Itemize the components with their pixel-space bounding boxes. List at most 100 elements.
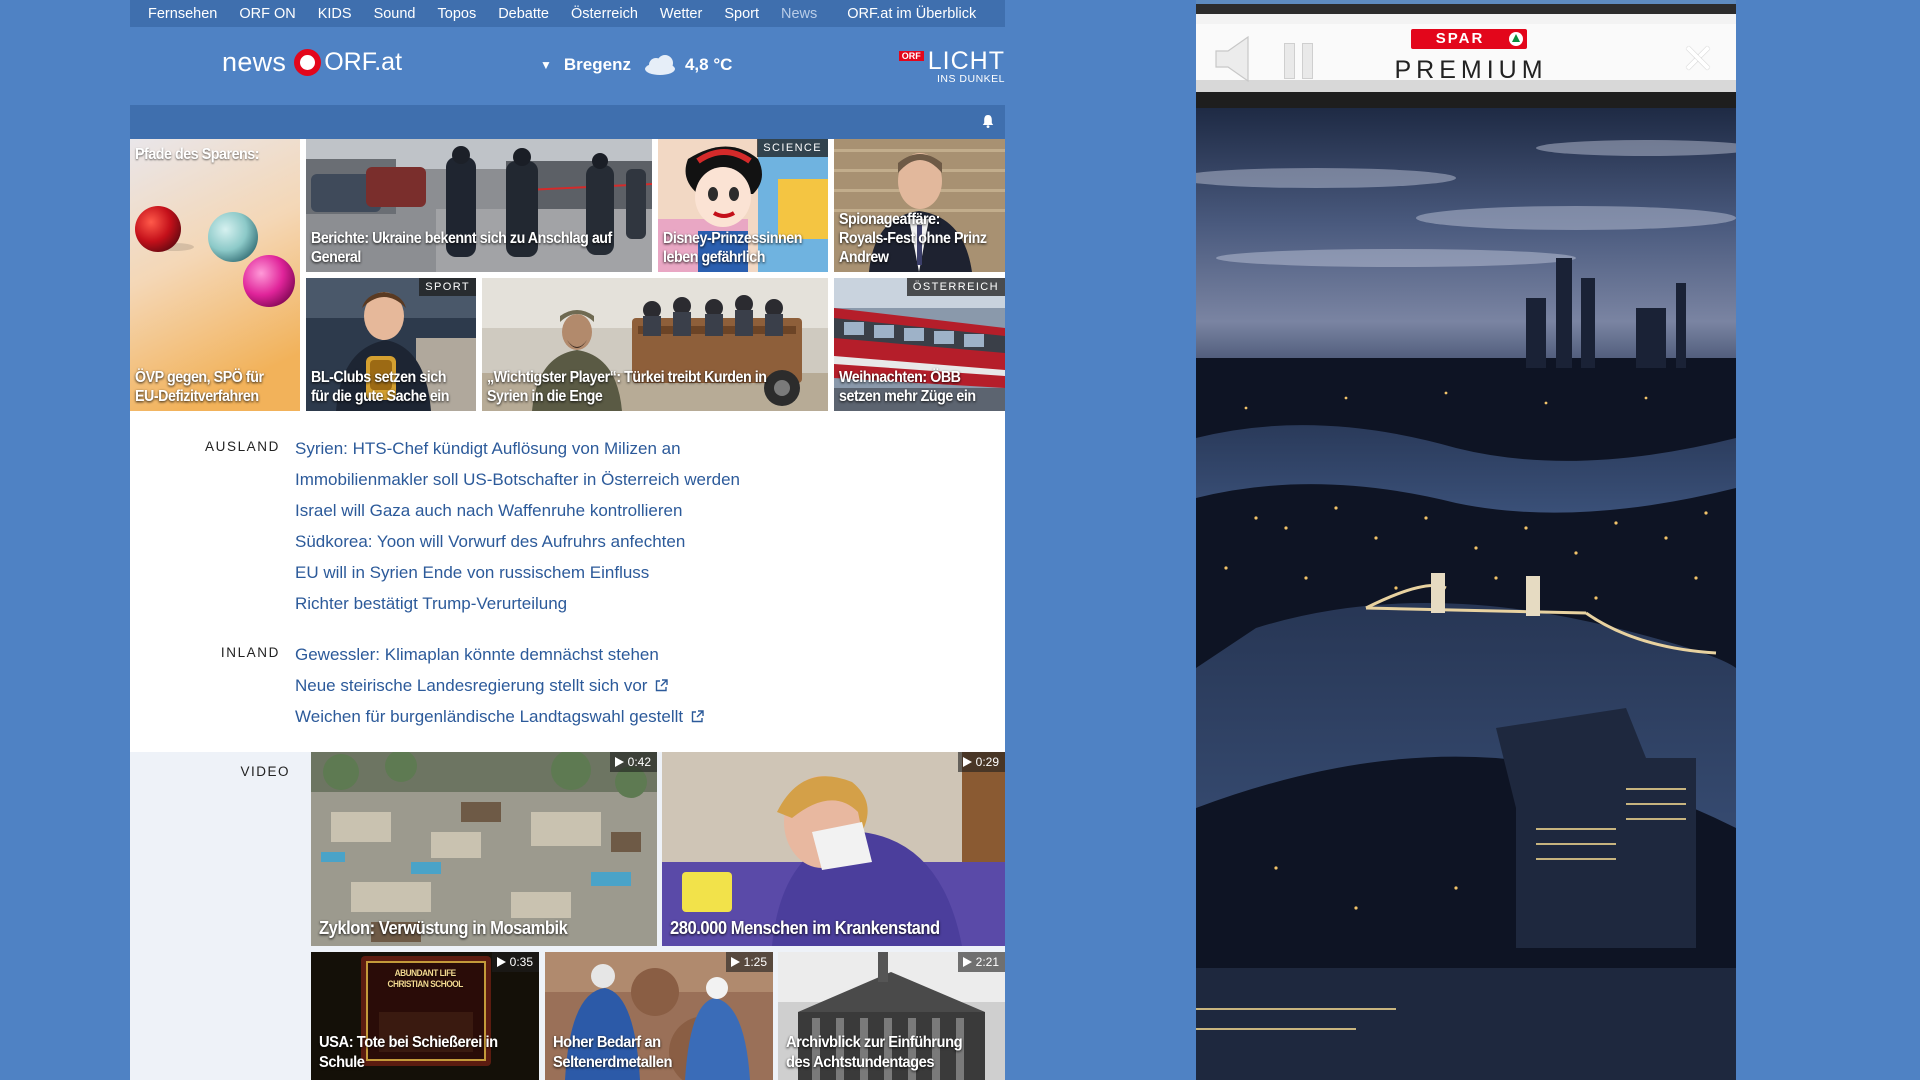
teaser-caption: Spionageaffäre: Royals-Fest ohne Prinz A…: [839, 211, 987, 266]
weather-location: Bregenz: [563, 55, 631, 74]
ad-city-night-video: [1196, 108, 1736, 1080]
video-duration-badge: 0:42: [609, 752, 657, 772]
category-tag: SPORT: [419, 278, 476, 296]
headline-text: Gewessler: Klimaplan könnte demnächst st…: [295, 645, 659, 664]
video-section: VIDEO 0:42 Zyklon: Verwüstung in Mosambi…: [130, 752, 1005, 1080]
pause-icon[interactable]: [1284, 43, 1318, 79]
nav-wetter[interactable]: Wetter: [660, 6, 702, 22]
video-achtstundentag[interactable]: 2:21 Archivblick zur Einführung des Acht…: [778, 952, 1005, 1080]
top-navigation: Fernsehen ORF ON KIDS Sound Topos Debatt…: [130, 0, 1005, 27]
play-icon: [962, 757, 972, 767]
teaser-caption: Weihnachten: ÖBB setzen mehr Züge ein: [839, 369, 976, 405]
headline-link[interactable]: EU will in Syrien Ende von russischem Ei…: [295, 557, 740, 588]
section-ausland: AUSLAND Syrien: HTS-Chef kündigt Auflösu…: [130, 411, 1005, 619]
video-zyklon-mosambik[interactable]: 0:42 Zyklon: Verwüstung in Mosambik: [311, 752, 657, 946]
headline-link-external[interactable]: Neue steirische Landesregierung stellt s…: [295, 670, 704, 701]
weather-temperature: 4,8 °C: [684, 55, 733, 74]
nav-kids[interactable]: KIDS: [318, 6, 352, 22]
news-orf-logo[interactable]: news ORF.at: [222, 47, 402, 78]
school-sign-text: ABUNDANT LIFE CHRISTIAN SCHOOL: [387, 968, 463, 989]
headline-link[interactable]: Immobilienmakler soll US-Botschafter in …: [295, 464, 740, 495]
headline-link-external[interactable]: Weichen für burgenländische Landtagswahl…: [295, 701, 704, 732]
teaser-tuerkei-kurden[interactable]: „Wichtigster Player“: Türkei treibt Kurd…: [482, 278, 828, 411]
category-tag: SCIENCE: [757, 139, 828, 157]
video-duration-badge: 1:25: [725, 952, 773, 972]
pause-bar-right: [1302, 43, 1313, 79]
weather-widget[interactable]: ▼ Bregenz 4,8 °C: [540, 55, 732, 75]
logo-orf-text: ORF.at: [324, 48, 403, 76]
video-duration-badge: 0:35: [491, 952, 539, 972]
play-icon: [496, 957, 506, 967]
play-icon: [730, 957, 740, 967]
section-inland: INLAND Gewessler: Klimaplan könnte demnä…: [130, 619, 1005, 732]
ausland-headline-list: Syrien: HTS-Chef kündigt Auflösung von M…: [295, 433, 740, 619]
ad-title: PREMIUM: [1394, 56, 1548, 84]
headline-text: Weichen für burgenländische Landtagswahl…: [295, 707, 684, 726]
video-caption: 280.000 Menschen im Krankenstand: [670, 918, 940, 938]
cloud-icon: [641, 55, 677, 75]
play-icon: [614, 757, 624, 767]
teaser-pfade-des-sparens[interactable]: Pfade des Sparens: ÖVP gegen, SPÖ für EU…: [130, 139, 300, 411]
video-thumb-destruction: [311, 752, 657, 946]
video-duration-badge: 0:29: [957, 752, 1005, 772]
nav-orf-on[interactable]: ORF ON: [239, 6, 295, 22]
headline-link[interactable]: Syrien: HTS-Chef kündigt Auflösung von M…: [295, 433, 740, 464]
teaser-bl-clubs[interactable]: SPORT BL-Clubs setzen sich für die gute …: [306, 278, 476, 411]
category-tag: ÖSTERREICH: [906, 278, 1005, 296]
video-caption: Archivblick zur Einführung des Achtstund…: [786, 1034, 963, 1071]
video-duration: 2:21: [975, 955, 999, 969]
video-krankenstand[interactable]: 0:29 280.000 Menschen im Krankenstand: [662, 752, 1005, 946]
video-duration: 1:25: [743, 955, 767, 969]
teaser-ukraine-anschlag[interactable]: Berichte: Ukraine bekennt sich zu Anschl…: [306, 139, 652, 272]
close-icon[interactable]: [1686, 46, 1710, 70]
nav-overview[interactable]: ORF.at im Überblick: [847, 6, 976, 22]
nav-fernsehen[interactable]: Fernsehen: [148, 6, 217, 22]
nav-topos[interactable]: Topos: [438, 6, 477, 22]
inland-headline-list: Gewessler: Klimaplan könnte demnächst st…: [295, 639, 704, 732]
bell-icon[interactable]: [982, 114, 994, 128]
video-seltenerdmetalle[interactable]: 1:25 Hoher Bedarf an Seltenerdmetallen: [545, 952, 773, 1080]
video-caption: USA: Tote bei Schießerei in Schule: [319, 1034, 498, 1071]
nav-debatte[interactable]: Debatte: [498, 6, 549, 22]
orf-badge: ORF: [898, 51, 924, 61]
video-caption: Hoher Bedarf an Seltenerdmetallen: [553, 1034, 672, 1071]
nav-sound[interactable]: Sound: [374, 6, 416, 22]
external-link-icon: [691, 710, 704, 723]
nav-oesterreich[interactable]: Österreich: [571, 6, 638, 22]
video-duration: 0:29: [975, 755, 999, 769]
teaser-spionageaffaere[interactable]: Spionageaffäre: Royals-Fest ohne Prinz A…: [834, 139, 1005, 272]
pause-bar-left: [1284, 43, 1295, 79]
headline-link[interactable]: Gewessler: Klimaplan könnte demnächst st…: [295, 639, 704, 670]
video-duration: 0:42: [627, 755, 651, 769]
speaker-mute-icon[interactable]: [1214, 34, 1259, 84]
external-link-icon: [656, 679, 669, 692]
nav-news-active[interactable]: News: [781, 6, 817, 22]
teaser-disney-prinzessinnen[interactable]: SCIENCE Disney-Prinzessinnen leben gefäh…: [658, 139, 828, 272]
teaser-caption: Berichte: Ukraine bekennt sich zu Anschl…: [311, 230, 612, 266]
headline-lists: AUSLAND Syrien: HTS-Chef kündigt Auflösu…: [130, 411, 1005, 752]
licht-subtitle: INS DUNKEL: [936, 73, 1005, 85]
play-icon: [962, 957, 972, 967]
ad-top-strip: [1196, 0, 1736, 4]
logo-news-text: news: [222, 47, 287, 77]
orf-ring-icon: [294, 49, 322, 76]
spar-premium-ad[interactable]: SPAR PREMIUM: [1196, 0, 1736, 1080]
notification-bar: [130, 105, 1005, 139]
dropdown-triangle-icon: ▼: [540, 58, 552, 72]
teaser-oebb-weihnachten[interactable]: ÖSTERREICH Weihnachten: ÖBB setzen mehr …: [834, 278, 1005, 411]
teaser-caption: Disney-Prinzessinnen leben gefährlich: [663, 230, 802, 266]
video-thumb-sick-person: [662, 752, 1005, 946]
teaser-overline: Pfade des Sparens:: [135, 146, 260, 163]
licht-ins-dunkel-logo[interactable]: ORF LICHT INS DUNKEL: [898, 47, 1005, 85]
headline-link[interactable]: Richter bestätigt Trump-Verurteilung: [295, 588, 740, 619]
video-usa-schule[interactable]: ABUNDANT LIFE CHRISTIAN SCHOOL 0:35 USA:…: [311, 952, 539, 1080]
teaser-caption: ÖVP gegen, SPÖ für EU-Defizitverfahren: [135, 369, 264, 405]
spar-tree-icon: [1509, 32, 1523, 46]
video-duration-badge: 2:21: [957, 952, 1005, 972]
headline-link[interactable]: Südkorea: Yoon will Vorwurf des Aufruhrs…: [295, 526, 740, 557]
nav-sport[interactable]: Sport: [724, 6, 759, 22]
ad-control-bar: SPAR PREMIUM: [1196, 0, 1736, 108]
headline-link[interactable]: Israel will Gaza auch nach Waffenruhe ko…: [295, 495, 740, 526]
video-caption: Zyklon: Verwüstung in Mosambik: [319, 918, 568, 938]
section-label-ausland: AUSLAND: [205, 439, 280, 454]
